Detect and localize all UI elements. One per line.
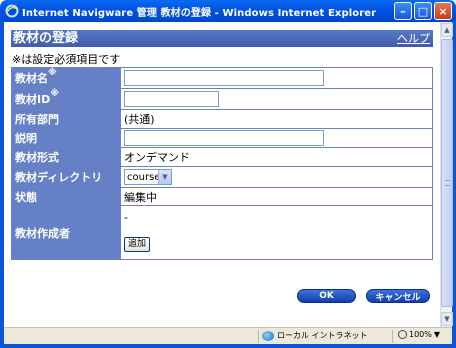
- row-dept: 所有部門 (共通): [11, 109, 433, 129]
- creator-value: -: [124, 211, 128, 224]
- name-value-cell: [120, 67, 433, 89]
- chevron-down-icon[interactable]: ▼: [434, 330, 440, 339]
- format-value: オンデマンド: [120, 147, 433, 167]
- row-status: 状態 編集中: [11, 187, 433, 206]
- name-required-mark: ※: [48, 68, 57, 78]
- id-required-mark: ※: [50, 89, 59, 99]
- zone-label: ローカル イントラネット: [277, 331, 368, 340]
- zoom-control[interactable]: 100% ▼: [398, 330, 440, 339]
- page-title: 教材の登録: [13, 31, 79, 46]
- row-creator: 教材作成者 - 追加: [11, 205, 433, 260]
- row-description: 説明: [11, 128, 433, 148]
- zoom-label: 100%: [409, 330, 432, 339]
- directory-value-cell: course ▼: [120, 166, 433, 188]
- required-note: ※は設定必須項目です: [12, 51, 120, 67]
- row-id: 教材ID※: [11, 88, 433, 110]
- creator-value-cell: - 追加: [120, 205, 433, 260]
- globe-icon: [262, 330, 274, 341]
- minimize-button[interactable]: –: [394, 2, 412, 20]
- scroll-up-icon[interactable]: ▲: [441, 23, 453, 37]
- page-content: 教材の登録 ヘルプ ※は設定必須項目です 教材名※ 教材ID※ 所有部門 (共通…: [4, 22, 440, 327]
- status-bar: ローカル イントラネット 100% ▼: [4, 327, 452, 344]
- desc-value-cell: [120, 128, 433, 148]
- ok-button-label: OK: [319, 291, 334, 301]
- page-header: 教材の登録 ヘルプ: [11, 30, 433, 47]
- status-divider: [258, 330, 259, 343]
- add-creator-button[interactable]: 追加: [124, 237, 151, 252]
- window-titlebar: Internet Navigware 管理 教材の登録 - Windows In…: [0, 0, 456, 22]
- required-note-text: は設定必須項目です: [21, 53, 121, 66]
- window-title: Internet Navigware 管理 教材の登録 - Windows In…: [22, 7, 377, 19]
- ok-button[interactable]: OK: [297, 289, 356, 303]
- chevron-down-icon[interactable]: ▼: [158, 170, 171, 184]
- id-label-cell: 教材ID※: [11, 88, 121, 110]
- help-link[interactable]: ヘルプ: [397, 30, 430, 47]
- scroll-thumb[interactable]: [441, 39, 453, 307]
- dept-value: (共通): [120, 109, 433, 129]
- row-format: 教材形式 オンデマンド: [11, 147, 433, 167]
- security-zone: ローカル イントラネット: [262, 330, 368, 341]
- directory-label: 教材ディレクトリ: [11, 166, 121, 188]
- cancel-button[interactable]: キャンセル: [366, 289, 430, 303]
- id-value-cell: [120, 88, 433, 110]
- directory-selected: course: [127, 171, 161, 183]
- status-label: 状態: [11, 187, 121, 206]
- description-input[interactable]: [124, 130, 324, 146]
- close-button[interactable]: ×: [434, 2, 452, 20]
- magnifier-icon: [398, 330, 407, 339]
- dept-label: 所有部門: [11, 109, 121, 129]
- creator-label: 教材作成者: [11, 205, 121, 260]
- id-label: 教材ID: [15, 93, 51, 106]
- directory-select[interactable]: course ▼: [124, 169, 172, 185]
- name-label-cell: 教材名※: [11, 67, 121, 89]
- course-form: 教材名※ 教材ID※ 所有部門 (共通) 説明 教材形式 オンデマンド 教材ディ…: [11, 67, 433, 260]
- row-directory: 教材ディレクトリ course ▼: [11, 166, 433, 188]
- status-value: 編集中: [120, 187, 433, 206]
- id-input[interactable]: [124, 91, 219, 107]
- required-mark: ※: [12, 53, 22, 66]
- status-divider: [392, 330, 393, 343]
- grip-icon: [445, 180, 450, 186]
- cancel-button-label: キャンセル: [375, 292, 421, 303]
- window-frame-bottom: [0, 344, 456, 348]
- name-input[interactable]: [124, 70, 324, 86]
- internet-explorer-icon: [5, 4, 19, 18]
- format-label: 教材形式: [11, 147, 121, 167]
- desc-label: 説明: [11, 128, 121, 148]
- vertical-scrollbar[interactable]: ▲ ▼: [440, 22, 453, 327]
- maximize-button[interactable]: □: [414, 2, 432, 20]
- row-name: 教材名※: [11, 67, 433, 89]
- name-label: 教材名: [15, 72, 48, 85]
- scroll-down-icon[interactable]: ▼: [441, 312, 453, 326]
